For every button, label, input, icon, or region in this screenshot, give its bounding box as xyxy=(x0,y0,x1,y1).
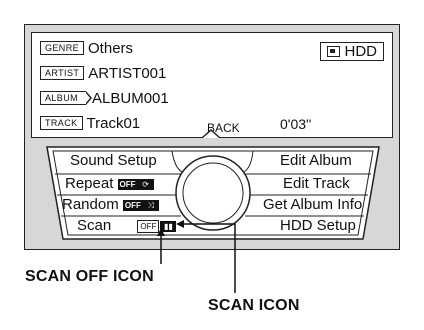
repeat-off-badge: OFF xyxy=(117,178,138,190)
scan-icon-callout: SCAN ICON xyxy=(208,297,300,314)
hdd-setup-label: HDD Setup xyxy=(280,217,356,234)
scan-off-icon-callout: SCAN OFF ICON xyxy=(25,268,154,285)
navigation-screen: GENRE Others ARTIST ARTIST001 ALBUM ALBU… xyxy=(24,24,400,250)
random-button[interactable]: Random OFF ⤨ xyxy=(62,196,159,213)
scan-icon: ▮▮ xyxy=(160,220,177,232)
get-album-info-button[interactable]: Get Album Info xyxy=(263,196,362,213)
repeat-button[interactable]: Repeat OFF ⟳ xyxy=(65,175,154,192)
scan-off-icon: OFF xyxy=(137,219,160,233)
edit-track-label: Edit Track xyxy=(283,175,350,192)
edit-track-button[interactable]: Edit Track xyxy=(283,175,350,192)
random-label: Random xyxy=(62,196,119,213)
edit-album-label: Edit Album xyxy=(280,152,352,169)
get-album-info-label: Get Album Info xyxy=(263,196,363,213)
sound-setup-button[interactable]: Sound Setup xyxy=(70,152,157,169)
scan-label: Scan xyxy=(77,217,112,234)
repeat-icon: ⟳ xyxy=(137,178,154,190)
edit-album-button[interactable]: Edit Album xyxy=(280,152,352,169)
repeat-label: Repeat xyxy=(65,175,114,192)
random-icon: ⤨ xyxy=(142,199,159,211)
hdd-setup-button[interactable]: HDD Setup xyxy=(280,217,356,234)
scan-button[interactable]: Scan OFF ▮▮ xyxy=(77,217,177,234)
sound-setup-label: Sound Setup xyxy=(70,152,157,169)
random-off-badge: OFF xyxy=(122,199,143,211)
dial-knob-inner xyxy=(182,162,244,224)
